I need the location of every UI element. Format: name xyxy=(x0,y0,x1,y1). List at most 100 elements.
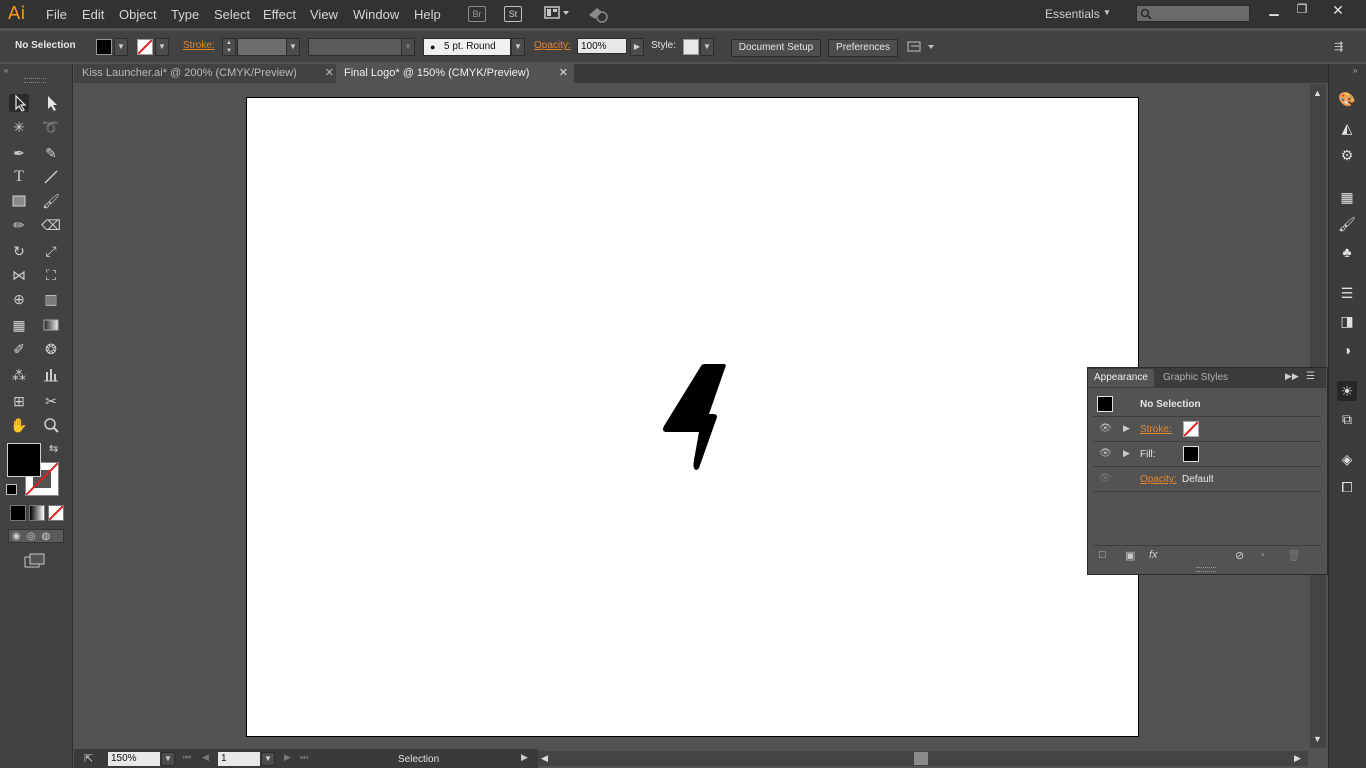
artboards-panel-icon[interactable]: ⧠ xyxy=(1337,477,1357,497)
tab-kiss-launcher[interactable]: Kiss Launcher.ai* @ 200% (CMYK/Preview) … xyxy=(74,64,340,83)
artboard-tool-icon[interactable]: ⊞ xyxy=(9,392,29,410)
opacity-slider-arrow[interactable]: ▶ xyxy=(630,38,644,56)
scroll-up-icon[interactable]: ▲ xyxy=(1313,88,1322,98)
brushes-panel-icon[interactable]: 🖌 xyxy=(1337,214,1357,234)
panel-grip[interactable] xyxy=(24,78,46,83)
menu-edit[interactable]: Edit xyxy=(82,7,104,22)
stroke-weight-input[interactable] xyxy=(237,38,287,56)
zoom-input[interactable]: 150% xyxy=(108,752,160,766)
shape-builder-tool-icon[interactable]: ⊕ xyxy=(9,290,29,308)
stroke-weight-dropdown[interactable]: ▼ xyxy=(286,38,300,56)
brush-definition[interactable]: ● 5 pt. Round xyxy=(423,38,511,56)
stroke-none-swatch[interactable] xyxy=(1183,421,1199,437)
symbol-sprayer-tool-icon[interactable]: ⁂ xyxy=(9,366,29,384)
menu-effect[interactable]: Effect xyxy=(263,7,296,22)
free-transform-tool-icon[interactable]: ⛶ xyxy=(41,266,61,284)
line-segment-tool-icon[interactable] xyxy=(41,168,61,186)
menu-type[interactable]: Type xyxy=(171,7,199,22)
lasso-tool-icon[interactable]: ➰ xyxy=(41,118,61,136)
scroll-thumb[interactable] xyxy=(914,752,928,765)
recolor-icon[interactable]: ⚙ xyxy=(1337,145,1357,165)
lightning-bolt-logo[interactable] xyxy=(661,362,727,472)
close-icon[interactable]: ✕ xyxy=(559,64,568,83)
zoom-tool-icon[interactable] xyxy=(41,416,61,434)
type-tool-icon[interactable]: T xyxy=(9,168,29,186)
color-panel-icon[interactable]: 🎨 xyxy=(1337,89,1357,109)
visibility-eye-icon[interactable]: 👁 xyxy=(1099,423,1112,434)
symbols-panel-icon[interactable]: ♣ xyxy=(1337,242,1357,262)
opacity-label[interactable]: Opacity: xyxy=(534,40,571,51)
slice-tool-icon[interactable]: ✂ xyxy=(41,392,61,410)
add-new-fill-icon[interactable]: ▣ xyxy=(1125,549,1135,562)
close-window-icon[interactable]: ✕ xyxy=(1326,2,1350,18)
bridge-icon[interactable]: Br xyxy=(468,6,486,22)
rotate-tool-icon[interactable]: ↻ xyxy=(9,242,29,260)
profile-dropdown[interactable]: ▼ xyxy=(401,38,415,56)
graphic-style-swatch[interactable] xyxy=(683,39,699,55)
collapse-panel-icon[interactable]: ▶▶ xyxy=(1285,371,1299,382)
swap-fill-stroke-icon[interactable]: ⇆ xyxy=(49,442,58,455)
none-mode-icon[interactable] xyxy=(48,505,64,521)
minimize-icon[interactable]: ▁ xyxy=(1262,2,1286,18)
rectangle-tool-icon[interactable] xyxy=(9,192,29,210)
direct-selection-tool-icon[interactable] xyxy=(41,94,61,112)
stroke-row[interactable]: 👁 ▶ Stroke: xyxy=(1093,417,1321,442)
artboard-dropdown[interactable]: ▼ xyxy=(261,752,275,766)
eyedropper-tool-icon[interactable]: ✐ xyxy=(9,340,29,358)
panel-resize-grip[interactable] xyxy=(1196,567,1216,572)
menu-object[interactable]: Object xyxy=(119,7,157,22)
menu-help[interactable]: Help xyxy=(414,7,441,22)
control-panel-menu-icon[interactable]: ⇶ xyxy=(1334,40,1350,53)
swatches-panel-icon[interactable]: ▦ xyxy=(1337,187,1357,207)
scroll-down-icon[interactable]: ▼ xyxy=(1313,734,1322,744)
add-effect-icon[interactable]: fx xyxy=(1149,549,1158,561)
panel-menu-icon[interactable]: ☰ xyxy=(1306,371,1315,382)
collapse-panel-icon[interactable]: « xyxy=(4,66,8,75)
stroke-swatch[interactable] xyxy=(137,39,153,55)
selection-tool-icon[interactable] xyxy=(9,94,29,112)
scroll-left-icon[interactable]: ◀ xyxy=(541,753,548,764)
appearance-panel-icon[interactable]: ☀ xyxy=(1337,381,1357,401)
stroke-weight-stepper[interactable]: ▲ ▼ xyxy=(222,38,236,56)
transform-icon[interactable] xyxy=(907,39,935,55)
paintbrush-tool-icon[interactable]: 🖌 xyxy=(41,192,61,210)
width-tool-icon[interactable]: ⋈ xyxy=(9,266,29,284)
preferences-button[interactable]: Preferences xyxy=(828,39,898,57)
expand-panels-icon[interactable]: » xyxy=(1353,66,1357,75)
shaper-tool-icon[interactable]: ✏ xyxy=(9,216,29,234)
gradient-mode-icon[interactable] xyxy=(29,505,45,521)
tab-graphic-styles[interactable]: Graphic Styles xyxy=(1157,369,1234,387)
horizontal-scrollbar[interactable]: ◀ ▶ xyxy=(538,751,1308,766)
stroke-dropdown[interactable]: ▼ xyxy=(155,38,169,56)
workspace-switcher[interactable]: Essentials xyxy=(1045,7,1100,21)
add-new-stroke-icon[interactable]: □ xyxy=(1099,549,1106,561)
opacity-input[interactable]: 100% xyxy=(577,38,627,54)
fill-black-swatch[interactable] xyxy=(1183,446,1199,462)
zoom-dropdown[interactable]: ▼ xyxy=(161,752,175,766)
restore-icon[interactable]: ❐ xyxy=(1290,2,1314,18)
scale-tool-icon[interactable]: ⤢ xyxy=(41,242,61,260)
fill-row[interactable]: 👁 ▶ Fill: xyxy=(1093,442,1321,467)
screen-mode-icon[interactable] xyxy=(24,553,46,569)
stock-icon[interactable]: St xyxy=(504,6,522,22)
tab-appearance[interactable]: Appearance xyxy=(1088,369,1154,387)
blend-tool-icon[interactable]: ❂ xyxy=(41,340,61,358)
gradient-tool-icon[interactable] xyxy=(41,316,61,334)
brush-dropdown[interactable]: ▼ xyxy=(511,38,525,56)
artboard-number-input[interactable]: 1 xyxy=(218,752,260,766)
magic-wand-tool-icon[interactable]: ✳ xyxy=(9,118,29,136)
document-setup-button[interactable]: Document Setup xyxy=(731,39,821,57)
expand-arrow-icon[interactable]: ▶ xyxy=(1123,448,1130,459)
perspective-grid-tool-icon[interactable]: ▥ xyxy=(41,290,61,308)
layers-panel-icon[interactable]: ◈ xyxy=(1337,449,1357,469)
chevron-down-icon[interactable]: ▼ xyxy=(1103,8,1111,17)
column-graph-tool-icon[interactable] xyxy=(41,366,61,384)
visibility-eye-icon[interactable]: 👁 xyxy=(1099,448,1112,459)
fill-swatch[interactable] xyxy=(96,39,112,55)
fill-color-front[interactable] xyxy=(7,443,41,477)
status-menu-arrow-icon[interactable]: ▶ xyxy=(521,752,528,763)
stroke-label[interactable]: Stroke: xyxy=(183,40,215,51)
style-dropdown[interactable]: ▼ xyxy=(700,38,714,56)
color-mode-icon[interactable] xyxy=(10,505,26,521)
fill-dropdown[interactable]: ▼ xyxy=(114,38,128,56)
